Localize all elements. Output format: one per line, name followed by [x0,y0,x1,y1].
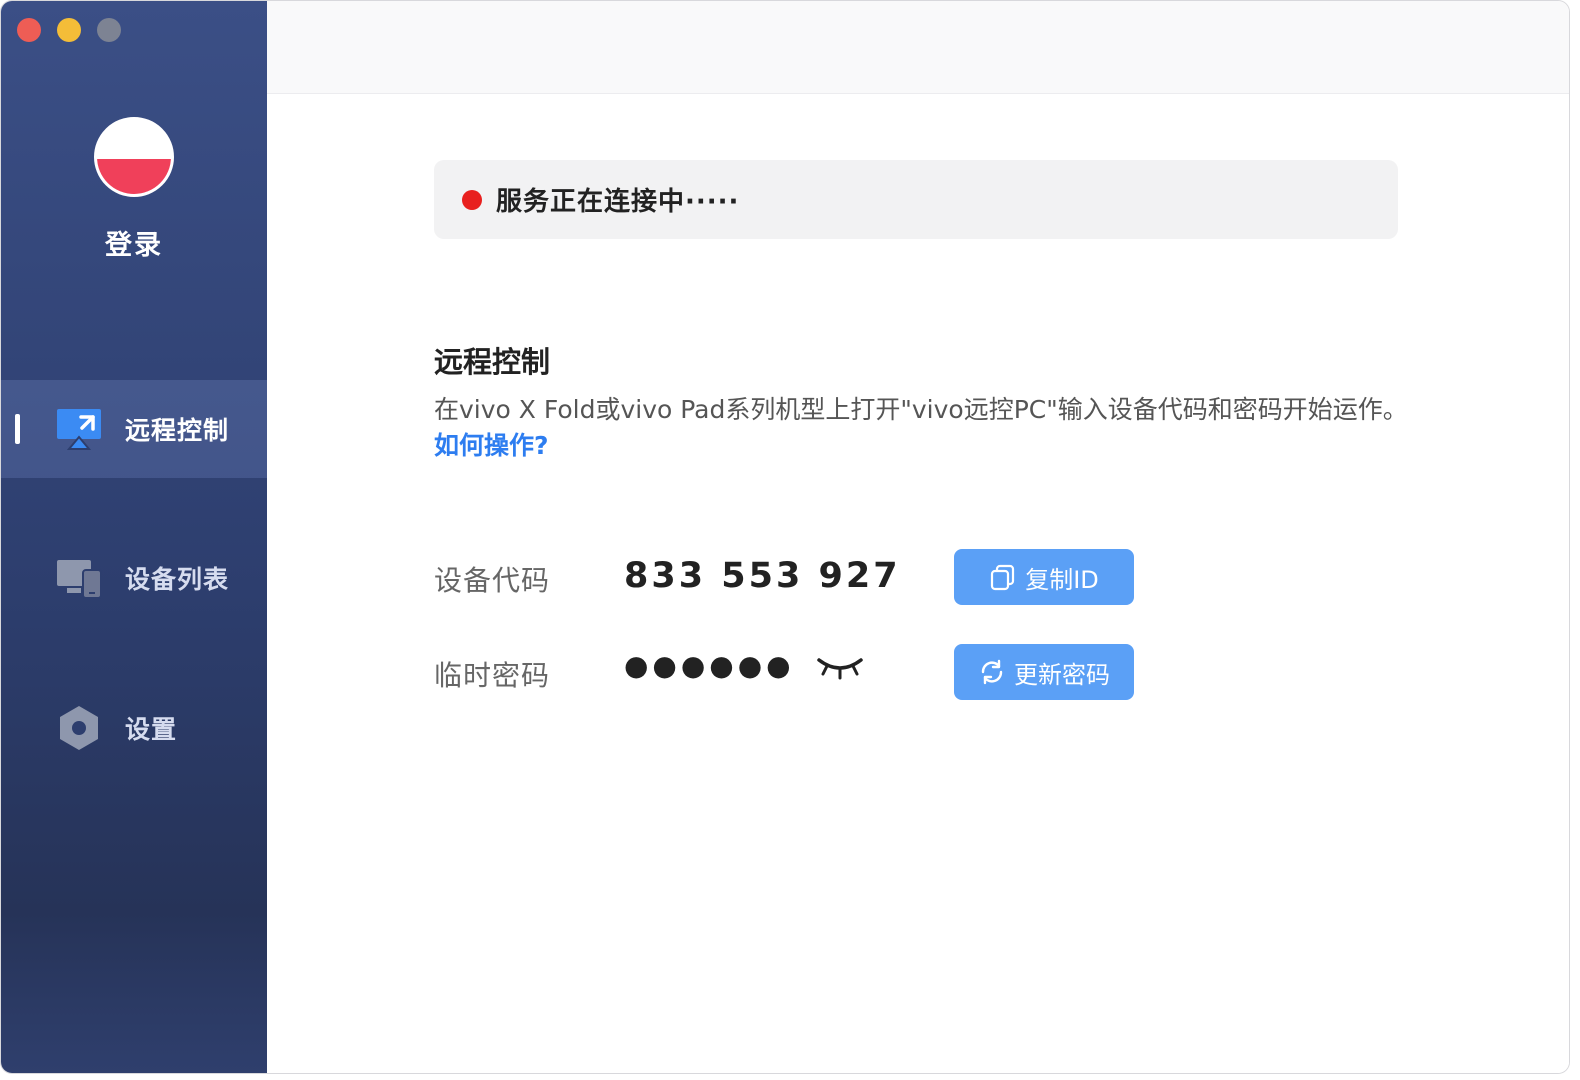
devices-icon [57,560,102,599]
window-controls [17,18,121,42]
sidebar-item-settings[interactable]: 设置 [1,679,267,777]
copy-icon [991,564,1015,591]
sidebar-item-label: 设备列表 [125,565,230,594]
app-window: 登录 远程控制 设备列表 设置 服务正在连接中····· 远程控制 在vivo … [0,0,1570,1074]
refresh-password-button[interactable]: 更新密码 [954,644,1134,700]
login-link[interactable]: 登录 [1,223,267,262]
minimize-window-button[interactable] [57,18,81,42]
sidebar-item-remote-control[interactable]: 远程控制 [1,380,267,478]
active-indicator [15,414,20,444]
how-to-link[interactable]: 如何操作? [434,426,549,462]
title-bar [267,1,1569,94]
section-title: 远程控制 [434,345,551,379]
copy-id-label: 复制ID [1025,565,1099,594]
copy-id-button[interactable]: 复制ID [954,549,1134,605]
close-window-button[interactable] [17,18,41,42]
connection-status-bar: 服务正在连接中····· [434,160,1398,239]
sidebar-item-label: 设置 [125,715,178,744]
section-description: 在vivo X Fold或vivo Pad系列机型上打开"vivo远控PC"输入… [434,395,1408,424]
password-label: 临时密码 [434,659,551,692]
settings-hex-icon [60,706,98,750]
device-code-label: 设备代码 [434,564,551,597]
eye-closed-icon[interactable] [815,654,865,680]
avatar[interactable] [94,117,174,197]
sidebar: 登录 远程控制 设备列表 设置 [1,1,267,1073]
maximize-window-button[interactable] [97,18,121,42]
device-code-value: 833 553 927 [624,556,901,596]
remote-control-icon [57,409,101,450]
status-text: 服务正在连接中····· [496,187,740,217]
main-panel: 服务正在连接中····· 远程控制 在vivo X Fold或vivo Pad系… [267,94,1569,1073]
password-value: ●●●●●● [624,649,795,682]
sidebar-item-devices[interactable]: 设备列表 [1,529,267,627]
refresh-icon [981,659,1003,685]
sidebar-item-label: 远程控制 [125,416,230,445]
status-dot [462,189,482,210]
refresh-password-label: 更新密码 [1014,660,1110,689]
